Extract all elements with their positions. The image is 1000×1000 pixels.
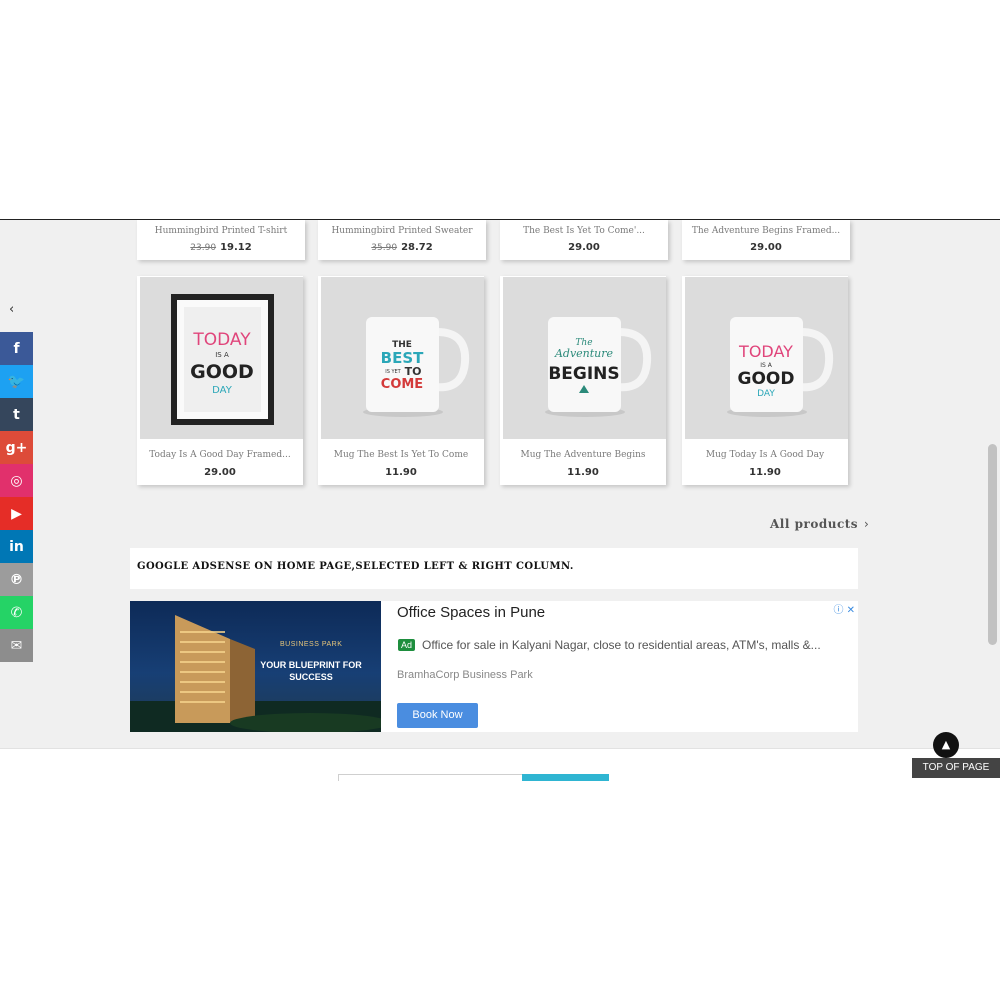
email-icon[interactable]: ✉: [0, 629, 33, 662]
product-card[interactable]: TODAY IS A GOOD DAY Mug Today Is A Good …: [682, 276, 848, 485]
tumblr-icon[interactable]: t: [0, 398, 33, 431]
ad-image-tagline: YOUR BLUEPRINT FOR SUCCESS: [260, 660, 362, 682]
ad-badge: Ad: [398, 639, 416, 651]
social-collapse-icon[interactable]: ‹: [9, 302, 14, 317]
twitter-icon[interactable]: 🐦: [0, 365, 33, 398]
svg-text:Adventure: Adventure: [554, 347, 614, 360]
product-name[interactable]: The Adventure Begins Framed...: [682, 225, 850, 237]
pinterest-icon[interactable]: ℗: [0, 563, 33, 596]
product-price: 29.00: [568, 242, 600, 253]
product-name[interactable]: Hummingbird Printed T-shirt: [137, 225, 305, 237]
product-name[interactable]: Mug The Adventure Begins: [500, 449, 666, 461]
svg-text:IS A: IS A: [215, 351, 229, 359]
chevron-up-icon[interactable]: ▲: [933, 732, 959, 758]
ad-choices-icon[interactable]: ⓘ ✕: [833, 601, 855, 616]
svg-text:DAY: DAY: [757, 389, 775, 399]
product-card[interactable]: TODAY IS A GOOD DAY Today Is A Good Day …: [137, 276, 303, 485]
all-products-link[interactable]: All products ›: [770, 517, 869, 531]
svg-text:GOOD: GOOD: [738, 369, 795, 389]
product-name[interactable]: Mug Today Is A Good Day: [682, 449, 848, 461]
page-viewport: Hummingbird Printed T-shirt 23.90 19.12 H…: [0, 219, 1000, 781]
product-name[interactable]: The Best Is Yet To Come'...: [500, 225, 668, 237]
ad-image-brand: BUSINESS PARK: [280, 641, 343, 648]
google-plus-icon[interactable]: g+: [0, 431, 33, 464]
google-ad[interactable]: BUSINESS PARK YOUR BLUEPRINT FOR SUCCESS…: [130, 601, 858, 732]
ad-company[interactable]: BramhaCorp Business Park: [397, 669, 533, 681]
book-now-button[interactable]: Book Now: [397, 703, 478, 728]
adsense-banner: GOOGLE ADSENSE ON HOME PAGE,SELECTED LEF…: [130, 548, 858, 589]
ad-image[interactable]: BUSINESS PARK YOUR BLUEPRINT FOR SUCCESS: [130, 601, 381, 732]
product-price: 11.90: [385, 467, 417, 478]
product-price: 29.00: [750, 242, 782, 253]
social-share-bar: f 🐦 t g+ ◎ ▶ in ℗ ✆ ✉: [0, 332, 33, 662]
top-of-page-button[interactable]: TOP OF PAGE: [912, 758, 1000, 778]
product-price: 29.00: [204, 467, 236, 478]
product-card[interactable]: The Adventure BEGINS Mug The Adventure B…: [500, 276, 666, 485]
product-name[interactable]: Today Is A Good Day Framed...: [137, 449, 303, 461]
svg-text:GOOD: GOOD: [190, 361, 254, 383]
whatsapp-icon[interactable]: ✆: [0, 596, 33, 629]
product-price: 23.90 19.12: [190, 242, 252, 253]
svg-text:TODAY: TODAY: [738, 342, 793, 361]
product-image[interactable]: TODAY IS A GOOD DAY: [140, 277, 303, 439]
product-image[interactable]: TODAY IS A GOOD DAY: [685, 277, 848, 439]
youtube-icon[interactable]: ▶: [0, 497, 33, 530]
product-card[interactable]: Hummingbird Printed T-shirt 23.90 19.12: [137, 220, 305, 260]
svg-text:COME: COME: [381, 377, 423, 392]
adsense-title: GOOGLE ADSENSE ON HOME PAGE,SELECTED LEF…: [137, 561, 574, 572]
facebook-icon[interactable]: f: [0, 332, 33, 365]
svg-text:DAY: DAY: [212, 385, 233, 396]
product-card[interactable]: THE BEST IS YET TO COME Mug The Best Is …: [318, 276, 484, 485]
product-card[interactable]: The Adventure Begins Framed... 29.00: [682, 220, 850, 260]
svg-text:IS YET: IS YET: [385, 369, 401, 375]
newsletter-email-input[interactable]: [338, 774, 524, 781]
svg-text:IS A: IS A: [760, 362, 772, 369]
product-price: 11.90: [567, 467, 599, 478]
product-name[interactable]: Hummingbird Printed Sweater: [318, 225, 486, 237]
product-image[interactable]: The Adventure BEGINS: [503, 277, 666, 439]
instagram-icon[interactable]: ◎: [0, 464, 33, 497]
scrollbar[interactable]: [986, 220, 1000, 748]
product-price: 11.90: [749, 467, 781, 478]
product-image[interactable]: THE BEST IS YET TO COME: [321, 277, 484, 439]
linkedin-icon[interactable]: in: [0, 530, 33, 563]
ad-description[interactable]: Office for sale in Kalyani Nagar, close …: [422, 638, 821, 652]
product-name[interactable]: Mug The Best Is Yet To Come: [318, 449, 484, 461]
product-card[interactable]: Hummingbird Printed Sweater 35.90 28.72: [318, 220, 486, 260]
chevron-right-icon: ›: [864, 517, 870, 531]
newsletter-subscribe-button[interactable]: [522, 774, 609, 781]
scrollbar-thumb[interactable]: [988, 444, 997, 645]
product-price: 35.90 28.72: [371, 242, 433, 253]
ad-title[interactable]: Office Spaces in Pune: [397, 604, 545, 621]
product-card[interactable]: The Best Is Yet To Come'... 29.00: [500, 220, 668, 260]
svg-text:TODAY: TODAY: [192, 330, 251, 350]
svg-text:BEGINS: BEGINS: [548, 364, 619, 384]
